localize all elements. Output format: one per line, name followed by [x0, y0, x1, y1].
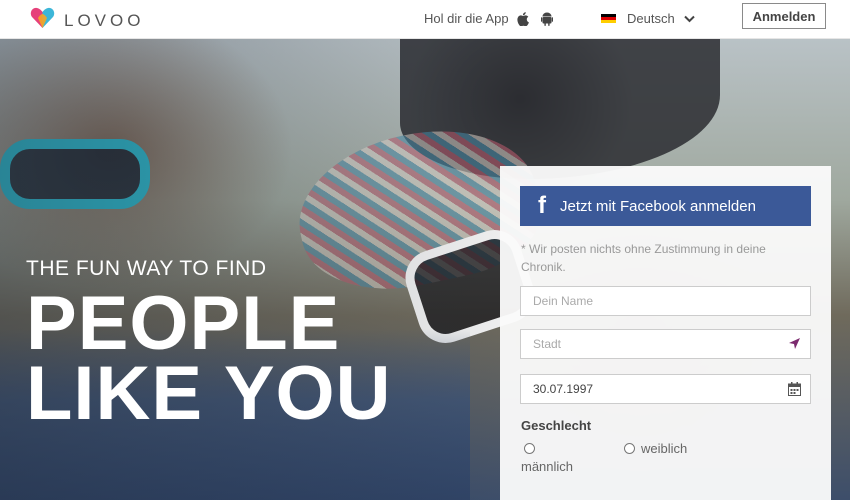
- language-label: Deutsch: [627, 11, 675, 26]
- gender-female-label[interactable]: weiblich: [641, 441, 687, 456]
- headline-line-2: LIKE YOU: [26, 351, 392, 436]
- apple-icon[interactable]: [516, 11, 529, 26]
- calendar-icon[interactable]: [788, 382, 801, 396]
- get-app-text: Hol dir die App: [424, 11, 509, 26]
- login-button[interactable]: Anmelden: [742, 3, 826, 29]
- gender-male-radio[interactable]: [524, 443, 535, 454]
- birthdate-value: 30.07.1997: [533, 382, 594, 396]
- logo-text: LOVOO: [64, 10, 145, 30]
- top-header: LOVOO Hol dir die App Deutsch Anmelden: [0, 0, 850, 39]
- lovoo-logo[interactable]: LOVOO: [30, 7, 144, 34]
- hero-headline: PEOPLE LIKE YOU: [26, 281, 392, 436]
- heart-logo-icon: [30, 7, 55, 34]
- city-input[interactable]: Stadt: [520, 329, 811, 359]
- facebook-login-label: Jetzt mit Facebook anmelden: [560, 197, 756, 215]
- android-icon[interactable]: [540, 12, 553, 26]
- hero-tagline: THE FUN WAY TO FIND: [26, 257, 267, 280]
- german-flag-icon: [601, 13, 616, 24]
- gender-female-radio[interactable]: [624, 443, 635, 454]
- location-arrow-icon[interactable]: [788, 337, 801, 350]
- facebook-privacy-note: * Wir posten nichts ohne Zustimmung in d…: [521, 242, 766, 274]
- language-selector[interactable]: Deutsch: [601, 11, 695, 26]
- gender-label: Geschlecht: [521, 418, 592, 433]
- registration-form: f Jetzt mit Facebook anmelden * Wir post…: [500, 166, 831, 500]
- birthdate-input[interactable]: 30.07.1997: [520, 374, 811, 404]
- chevron-down-icon: [683, 15, 695, 23]
- get-app-link[interactable]: Hol dir die App: [424, 11, 553, 26]
- facebook-login-button[interactable]: f Jetzt mit Facebook anmelden: [520, 186, 811, 226]
- city-placeholder: Stadt: [533, 337, 562, 351]
- headline-line-1: PEOPLE: [26, 281, 341, 366]
- facebook-icon: f: [538, 192, 546, 219]
- gender-male-label[interactable]: männlich: [521, 459, 573, 474]
- name-input[interactable]: Dein Name: [520, 286, 811, 316]
- name-placeholder: Dein Name: [533, 294, 594, 308]
